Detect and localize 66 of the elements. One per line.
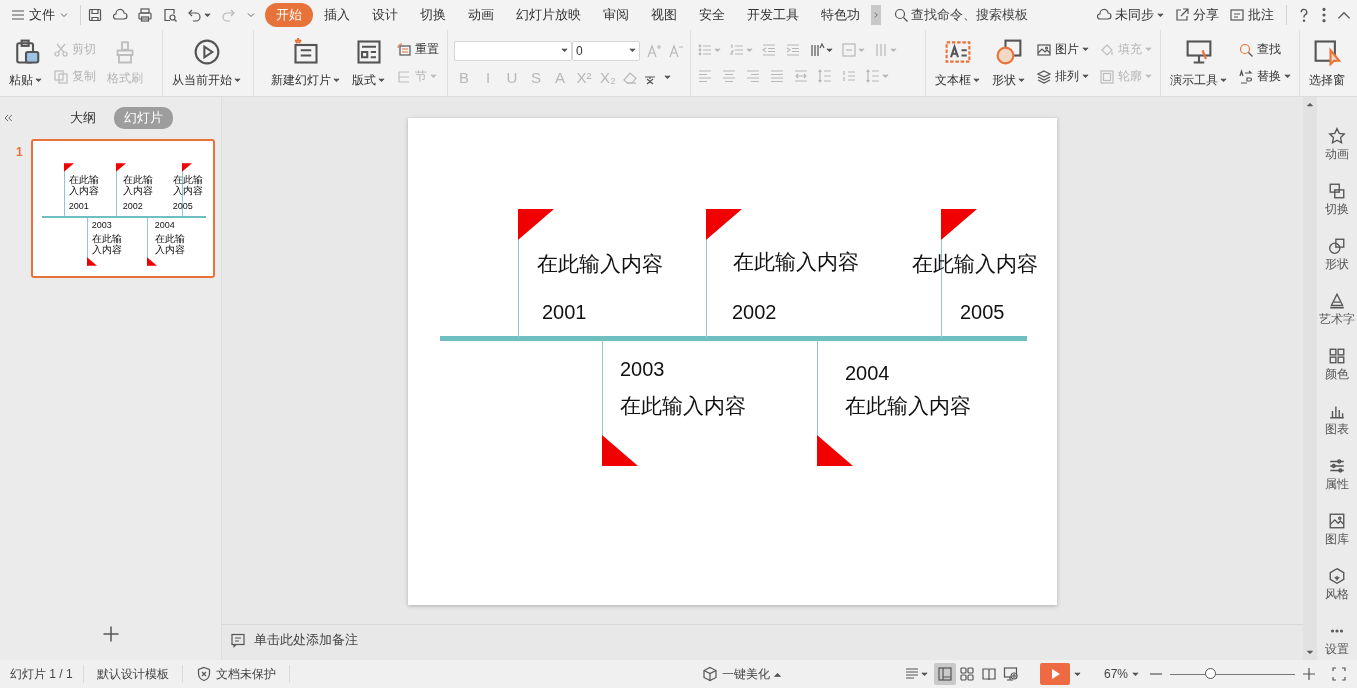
year-label: 2003 <box>620 358 665 380</box>
ribbon-tab[interactable]: 设计 <box>361 3 409 27</box>
ribbon-button[interactable]: 新建幻灯片 <box>268 33 343 93</box>
ribbon-button[interactable]: 版式 <box>349 33 388 93</box>
ribbon-button[interactable]: 演示工具 <box>1167 33 1230 93</box>
ribbon-button[interactable]: 从当前开始 <box>169 33 244 93</box>
ribbon-tab[interactable]: 特色功 <box>810 3 871 27</box>
ribbon-button[interactable]: 重置 <box>394 40 441 59</box>
thumbnail-year-label: 2001 <box>68 201 89 211</box>
sidebar-button[interactable]: 形状 <box>1325 237 1349 273</box>
thumbnail-year-label: 2004 <box>154 220 175 230</box>
slide-thumbnail[interactable]: 在此输入内容 2001 在此输入内容 2002 在此输入内容 2005 在此输入内容 2003 在此输入内容 2004 <box>30 139 215 278</box>
ribbon-tab[interactable]: 幻灯片放映 <box>505 3 592 27</box>
ribbon-tab[interactable]: 安全 <box>688 3 736 27</box>
ribbon-tab[interactable]: 切换 <box>409 3 457 27</box>
slide-text: 在此输入内容 <box>733 250 859 274</box>
slide-text: 在此输入内容 <box>845 394 971 418</box>
slide-text: 在此输入内容 <box>912 252 1038 276</box>
sidebar-button[interactable]: 风格 <box>1325 567 1349 603</box>
sidebar-button[interactable]: 属性 <box>1325 457 1349 493</box>
sidebar-button[interactable]: 图表 <box>1325 402 1349 438</box>
sidebar-button[interactable]: 颜色 <box>1325 347 1349 383</box>
ribbon-button[interactable]: 形状 <box>989 33 1028 93</box>
ribbon-button[interactable]: 粘贴 <box>6 33 45 93</box>
slide-text: 在此输入内容 <box>620 394 746 418</box>
sidebar-button[interactable]: 艺术字 <box>1319 292 1355 328</box>
thumbnail-slide-text: 在此输入内容 <box>172 174 204 196</box>
thumbnail-slide-text: 在此输入内容 <box>122 174 154 196</box>
ribbon-tab[interactable]: 开发工具 <box>736 3 810 27</box>
search-field[interactable]: 查找命令、搜索模板 <box>889 3 1032 27</box>
sidebar-button[interactable]: 动画 <box>1325 127 1349 163</box>
protection-button[interactable]: 文档未保护 <box>192 663 279 685</box>
sidebar-button[interactable]: 切换 <box>1325 182 1349 218</box>
thumbnail-slide-text: 在此输入内容 <box>154 233 186 255</box>
share-button[interactable]: 分享 <box>1170 3 1223 27</box>
slide-number: 1 <box>16 145 23 159</box>
sync-button[interactable]: 未同步 <box>1092 3 1168 27</box>
ribbon-button[interactable]: 替换 <box>1236 67 1293 86</box>
year-label: 2005 <box>960 301 1005 323</box>
beautify-button[interactable]: 一键美化 <box>698 663 784 685</box>
ribbon-button[interactable]: 选择窗 <box>1306 33 1348 93</box>
ribbon-tab[interactable]: 插入 <box>313 3 361 27</box>
year-label: 2001 <box>542 301 587 323</box>
slide-counter: 幻灯片 1 / 1 <box>10 665 73 683</box>
year-label: 2004 <box>845 362 890 384</box>
ribbon-tab[interactable]: 视图 <box>640 3 688 27</box>
slide-text: 在此输入内容 <box>537 252 663 276</box>
thumbnail-slide-text: 在此输入内容 <box>68 174 100 196</box>
font-size-field[interactable]: 0 <box>572 40 640 61</box>
thumbnail-slide-text: 在此输入内容 <box>91 233 123 255</box>
ribbon-tab[interactable]: 审阅 <box>592 3 640 27</box>
thumbnail-year-label: 2003 <box>91 220 112 230</box>
sidebar-button[interactable]: 图库 <box>1325 512 1349 548</box>
thumbnail-year-label: 2002 <box>122 201 143 211</box>
ribbon-button[interactable]: 排列 <box>1034 67 1091 86</box>
panel-tab[interactable]: 大纲 <box>60 107 106 129</box>
sidebar-button[interactable]: 设置 <box>1325 622 1349 658</box>
ribbon-button[interactable]: 查找 <box>1236 40 1293 59</box>
template-button[interactable]: 默认设计模板 <box>93 663 172 685</box>
thumbnail-year-label: 2005 <box>172 201 193 211</box>
ribbon-button[interactable]: 图片 <box>1034 40 1091 59</box>
ribbon-tab[interactable]: 动画 <box>457 3 505 27</box>
comment-button[interactable]: 批注 <box>1225 3 1278 27</box>
year-label: 2002 <box>732 301 777 323</box>
ribbon-button[interactable]: 文本框 <box>932 33 983 93</box>
zoom-dropdown[interactable]: 67% <box>1100 665 1142 683</box>
